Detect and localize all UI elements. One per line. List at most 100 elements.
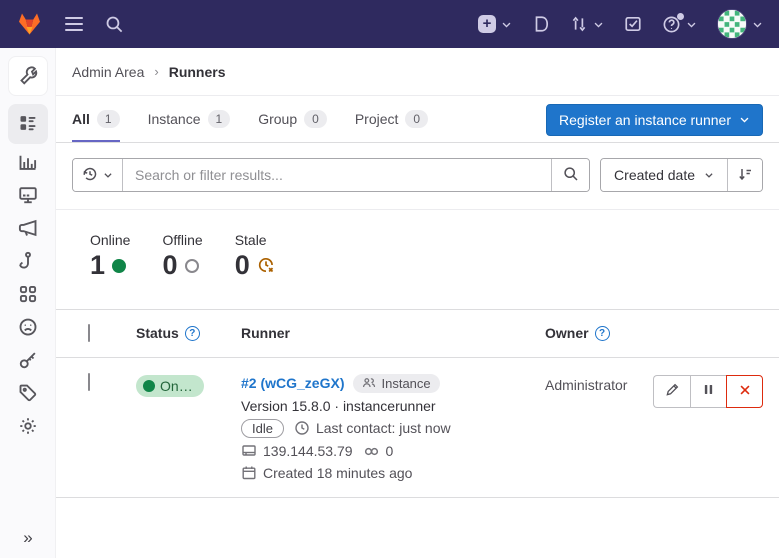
runner-link[interactable]: #2 (wCG_zeGX) xyxy=(241,375,344,391)
online-status-icon xyxy=(112,259,126,273)
collapse-sidebar-button[interactable]: » xyxy=(0,528,56,548)
runners-table-header: Status ? Runner Owner ? xyxy=(56,309,779,358)
register-instance-runner-button[interactable]: Register an instance runner xyxy=(546,104,763,136)
sidebar-item-abuse-reports[interactable] xyxy=(11,313,45,344)
chevron-down-icon xyxy=(752,19,763,30)
gear-icon xyxy=(18,416,38,439)
runner-row: Online #2 (wCG_zeGX) Instance Version 15… xyxy=(56,358,779,498)
chevron-down-icon xyxy=(103,168,113,183)
hook-icon xyxy=(18,251,38,274)
history-icon xyxy=(82,166,98,185)
admin-sidebar: » xyxy=(0,48,56,558)
status-help-icon[interactable]: ? xyxy=(185,326,200,341)
users-icon xyxy=(362,376,376,390)
sidebar-item-labels[interactable] xyxy=(11,379,45,410)
navbar-search-button[interactable] xyxy=(105,15,124,34)
top-navbar: + xyxy=(0,0,779,48)
sidebar-item-deploy-keys[interactable] xyxy=(11,346,45,377)
merge-request-icon xyxy=(570,15,588,33)
monitor-icon xyxy=(241,443,257,459)
chevron-down-icon xyxy=(686,19,697,30)
delete-runner-button[interactable] xyxy=(726,375,763,408)
breadcrumb-separator: › xyxy=(154,64,158,79)
help-button[interactable] xyxy=(662,15,697,34)
tab-instance[interactable]: Instance 1 xyxy=(148,96,231,142)
chevrons-right-icon: » xyxy=(23,528,32,547)
sort-direction-button[interactable] xyxy=(727,159,762,191)
job-status-badge: Idle xyxy=(241,419,284,438)
megaphone-icon xyxy=(18,218,38,241)
calendar-icon xyxy=(241,465,257,481)
pencil-icon xyxy=(665,382,680,400)
sidebar-item-applications[interactable] xyxy=(11,280,45,311)
stale-clock-icon xyxy=(257,251,275,281)
issues-icon xyxy=(532,15,550,33)
runner-tabs-row: All 1 Instance 1 Group 0 Project 0 Regis… xyxy=(56,96,779,143)
sort-by-dropdown[interactable]: Created date xyxy=(601,159,727,191)
runner-actions xyxy=(643,375,763,408)
owner-help-icon[interactable]: ? xyxy=(595,326,610,341)
select-all-checkbox[interactable] xyxy=(88,324,90,342)
sidebar-item-monitoring[interactable] xyxy=(11,181,45,212)
chevron-down-icon xyxy=(739,112,750,128)
sidebar-item-analytics[interactable] xyxy=(11,148,45,179)
todo-checkbox-icon xyxy=(624,15,642,33)
hamburger-menu-button[interactable] xyxy=(65,17,83,31)
search-icon xyxy=(563,166,579,185)
pause-icon xyxy=(702,383,715,399)
sidebar-item-system-hooks[interactable] xyxy=(11,247,45,278)
sad-face-icon xyxy=(18,317,38,340)
breadcrumb-current: Runners xyxy=(169,64,226,80)
last-contact: Last contact: just now xyxy=(316,420,451,436)
stat-offline: Offline 0 xyxy=(162,232,202,281)
runner-stats: Online 1 Offline 0 Stale 0 xyxy=(56,210,779,309)
new-menu-button[interactable]: + xyxy=(478,15,512,33)
owner-link[interactable]: Administrator xyxy=(545,377,627,393)
offline-status-icon xyxy=(185,259,199,273)
user-avatar xyxy=(717,9,747,39)
jobs-count: 0 xyxy=(386,443,394,459)
status-badge: Online xyxy=(136,375,204,397)
monitor-icon xyxy=(18,185,38,208)
link-icon xyxy=(363,443,380,460)
user-menu-button[interactable] xyxy=(717,9,763,39)
search-icon xyxy=(105,15,124,34)
tab-group[interactable]: Group 0 xyxy=(258,96,327,142)
pause-runner-button[interactable] xyxy=(690,375,727,408)
search-submit-button[interactable] xyxy=(551,159,589,191)
sidebar-item-messages[interactable] xyxy=(11,214,45,245)
gitlab-logo[interactable] xyxy=(16,11,43,37)
tab-all[interactable]: All 1 xyxy=(72,96,120,142)
search-input[interactable] xyxy=(123,159,551,191)
labels-icon xyxy=(18,383,38,406)
clock-icon xyxy=(294,420,310,436)
chart-icon xyxy=(18,152,38,175)
chevron-down-icon xyxy=(501,19,512,30)
row-checkbox[interactable] xyxy=(88,373,90,391)
tab-project-count: 0 xyxy=(405,110,428,128)
stat-online: Online 1 xyxy=(90,232,130,281)
help-icon xyxy=(662,15,681,34)
close-icon xyxy=(738,383,752,400)
sidebar-item-admin-area[interactable] xyxy=(8,56,48,96)
search-history-dropdown[interactable] xyxy=(73,159,123,191)
overview-icon xyxy=(18,113,38,136)
chevron-down-icon xyxy=(704,167,714,183)
sidebar-item-settings[interactable] xyxy=(11,412,45,443)
runner-version: Version 15.8.0 · instancerunner xyxy=(241,398,545,414)
sidebar-item-overview[interactable] xyxy=(8,104,48,144)
tab-all-count: 1 xyxy=(97,110,120,128)
sort-descending-icon xyxy=(737,166,753,185)
tanuki-icon xyxy=(16,11,43,37)
tab-project[interactable]: Project 0 xyxy=(355,96,428,142)
runner-ip: 139.144.53.79 xyxy=(263,443,353,459)
instance-type-badge: Instance xyxy=(353,374,439,393)
edit-runner-button[interactable] xyxy=(653,375,690,408)
stat-stale: Stale 0 xyxy=(235,232,275,281)
main-content: Admin Area › Runners All 1 Instance 1 Gr… xyxy=(56,0,779,498)
breadcrumb-admin-area[interactable]: Admin Area xyxy=(72,64,144,80)
merge-requests-button[interactable] xyxy=(570,15,604,33)
todos-button[interactable] xyxy=(624,15,642,33)
issues-button[interactable] xyxy=(532,15,550,33)
key-icon xyxy=(18,350,38,373)
